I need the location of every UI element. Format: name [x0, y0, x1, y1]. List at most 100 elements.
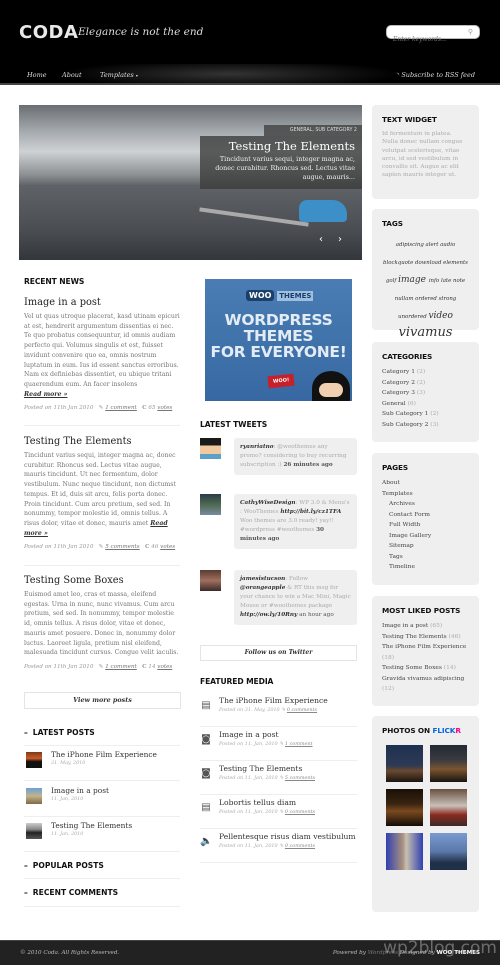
list-item[interactable]: Tags	[382, 552, 469, 563]
slider-next-arrow-icon[interactable]: ›	[338, 234, 342, 245]
latest-post-title: Image in a post	[51, 786, 109, 795]
tweet-mention[interactable]: @orangeapple	[240, 585, 285, 591]
media-item[interactable]: 🔈 Pellentesque risus diam vestibulum Pos…	[200, 830, 357, 863]
tag-link[interactable]: adipiscing	[396, 242, 426, 248]
comments-link[interactable]: 1 comment	[105, 405, 137, 411]
slider-title[interactable]: Testing The Elements	[206, 139, 355, 153]
tag-link[interactable]: image	[398, 275, 429, 285]
media-item[interactable]: ▤ Lobortis tellus diam Posted on 11. Jan…	[200, 796, 357, 829]
list-item[interactable]: Sub Category 1 (2)	[382, 409, 469, 420]
nav-templates[interactable]: Templates ▾	[100, 71, 138, 79]
tag-link[interactable]: video	[428, 311, 452, 321]
tag-link[interactable]: note	[453, 278, 465, 284]
list-item[interactable]: Image in a post (65)	[382, 621, 469, 632]
list-item[interactable]: Contact Form	[382, 510, 469, 521]
tag-link[interactable]: alert	[426, 242, 441, 248]
media-comments-link[interactable]: 0 comments	[285, 809, 315, 815]
media-item[interactable]: ◙ Testing The Elements Posted on 11. Jan…	[200, 762, 357, 795]
tag-link[interactable]: late	[441, 278, 453, 284]
tag-link[interactable]: blockquote	[383, 260, 415, 266]
media-comments-link[interactable]: 5 comments	[285, 775, 315, 781]
slider-prev-arrow-icon[interactable]: ‹	[319, 234, 323, 245]
flickr-photo[interactable]	[430, 745, 467, 782]
list-item[interactable]: Templates	[382, 489, 469, 500]
tweet-avatar[interactable]	[200, 494, 221, 515]
tag-link[interactable]: download	[415, 260, 443, 266]
search-input[interactable]	[387, 33, 461, 46]
media-item[interactable]: ▤ The iPhone Film Experience Posted on 3…	[200, 694, 357, 727]
flickr-photo[interactable]	[386, 789, 423, 826]
tweet-time[interactable]: an hour ago	[299, 612, 334, 618]
site-logo[interactable]: CODA	[19, 22, 78, 43]
list-item[interactable]: Gravida vivamus adipiscing (12)	[382, 674, 469, 695]
media-comments-link[interactable]: 1 comment	[285, 741, 313, 747]
post-title[interactable]: Image in a post	[24, 297, 180, 308]
list-item[interactable]: Testing Some Boxes (14)	[382, 663, 469, 674]
tweet-time[interactable]: 26 minutes ago	[283, 462, 332, 468]
votes-count: 46	[151, 544, 159, 551]
comments-link[interactable]: 5 comments	[105, 544, 139, 550]
flickr-photo[interactable]	[430, 789, 467, 826]
ad-line: FOR EVERYONE!	[210, 343, 347, 361]
list-item[interactable]: Timeline	[382, 562, 469, 573]
woothemes-ad-banner[interactable]: WOO THEMES WORDPRESS THEMES FOR EVERYONE…	[205, 279, 352, 401]
follow-twitter-button[interactable]: Follow us on Twitter	[200, 645, 357, 661]
post-title[interactable]: Testing Some Boxes	[24, 575, 180, 586]
view-more-posts-button[interactable]: View more posts	[24, 692, 181, 709]
list-item[interactable]: Image Gallery	[382, 531, 469, 542]
flickr-photo[interactable]	[386, 833, 423, 870]
tweet-avatar[interactable]	[200, 438, 221, 459]
read-more-link[interactable]: Read more »	[24, 391, 67, 398]
tweet-link[interactable]: http://ow.ly/10Rny	[240, 612, 297, 618]
tab-recent-comments[interactable]: – RECENT COMMENTS	[24, 888, 118, 897]
search-icon[interactable]: ⚲	[468, 28, 473, 36]
featured-slider[interactable]: GENERAL, SUB CATEGORY 2 Testing The Elem…	[19, 105, 362, 260]
list-item[interactable]: About	[382, 478, 469, 489]
tweet-avatar[interactable]	[200, 570, 221, 591]
tab-latest-posts[interactable]: – LATEST POSTS	[24, 728, 95, 737]
list-item-label: About	[382, 480, 400, 486]
tag-link[interactable]: nullam	[395, 296, 415, 302]
tweet-user[interactable]: CathyWiseDesign	[240, 500, 296, 506]
tag-link[interactable]: vivamus	[399, 325, 453, 340]
tag-link[interactable]: info	[429, 278, 441, 284]
tag-link[interactable]: ordered	[415, 296, 438, 302]
list-item[interactable]: Category 1 (2)	[382, 367, 469, 378]
media-comments-link[interactable]: 0 comments	[285, 843, 315, 849]
media-comments-link[interactable]: 0 comments	[287, 707, 317, 713]
tag-link[interactable]: strong	[439, 296, 457, 302]
list-item[interactable]: General (6)	[382, 399, 469, 410]
votes-link[interactable]: votes	[160, 544, 175, 550]
post-title[interactable]: Testing The Elements	[24, 436, 180, 447]
tweet-user[interactable]: ryanriatno	[240, 444, 274, 450]
tag-link[interactable]: elements	[443, 260, 468, 266]
list-item[interactable]: The iPhone Film Experience (18)	[382, 642, 469, 663]
tab-popular-posts[interactable]: – POPULAR POSTS	[24, 861, 104, 870]
list-item[interactable]: Testing The Elements (46)	[382, 632, 469, 643]
list-item[interactable]: Category 3 (3)	[382, 388, 469, 399]
tag-link[interactable]: audio	[440, 242, 455, 248]
nav-home[interactable]: Home	[27, 71, 47, 79]
tag-link[interactable]: unordered	[398, 314, 428, 320]
tweet-user[interactable]: jamesistucson	[240, 576, 285, 582]
latest-post-item[interactable]: Image in a post 11. Jan, 2010	[24, 784, 180, 816]
rss-link[interactable]: ◝ Subscribe to RSS feed	[397, 71, 475, 79]
nav-about[interactable]: About	[62, 71, 82, 79]
flickr-photo[interactable]	[386, 745, 423, 782]
latest-post-item[interactable]: Testing The Elements 11. Jan, 2010	[24, 819, 180, 851]
tag-link[interactable]: golf	[386, 278, 398, 284]
list-item[interactable]: Sub Category 2 (3)	[382, 420, 469, 431]
votes-link[interactable]: votes	[157, 664, 172, 670]
list-item[interactable]: Archives	[382, 499, 469, 510]
comments-link[interactable]: 1 comment	[105, 664, 137, 670]
list-item[interactable]: Category 2 (2)	[382, 378, 469, 389]
latest-post-item[interactable]: The iPhone Film Experience 31. May, 2010	[24, 748, 180, 780]
media-item[interactable]: ◙ Image in a post Posted on 11. Jan, 201…	[200, 728, 357, 761]
tweet-bubble: jamesistucson: Follow @orangeapple & RT …	[234, 570, 357, 625]
list-item[interactable]: Full Width	[382, 520, 469, 531]
list-item[interactable]: Sitemap	[382, 541, 469, 552]
votes-link[interactable]: votes	[157, 405, 172, 411]
slider-categories[interactable]: GENERAL, SUB CATEGORY 2	[264, 125, 362, 136]
tweet-link[interactable]: http://bit.ly/cz1TFA	[280, 509, 341, 515]
flickr-photo[interactable]	[430, 833, 467, 870]
